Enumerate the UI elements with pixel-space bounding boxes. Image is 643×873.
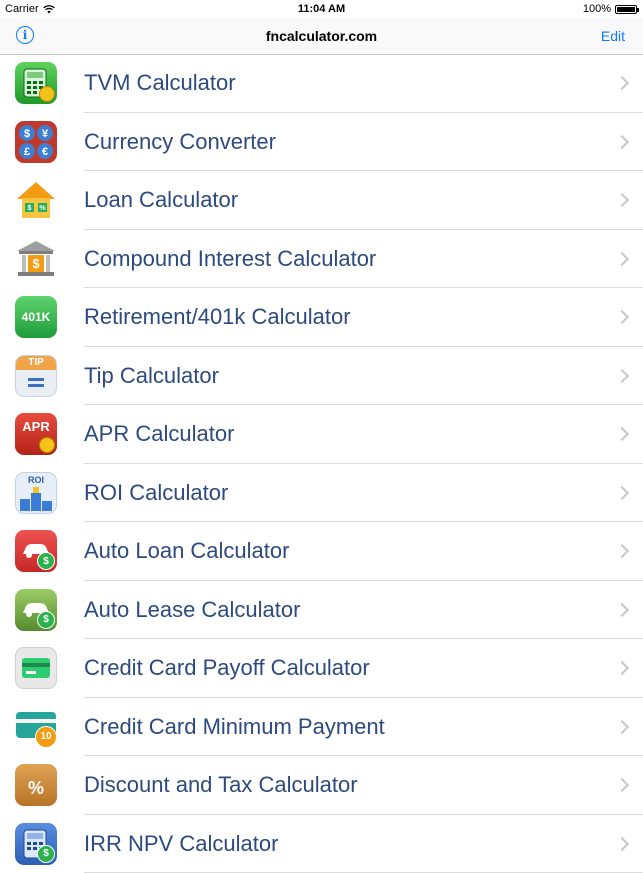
chevron-right-icon — [615, 252, 629, 266]
list-item-label: Retirement/401k Calculator — [84, 304, 351, 330]
list-item-label: Auto Lease Calculator — [84, 597, 300, 623]
chevron-right-icon — [615, 544, 629, 558]
apr-icon: APR — [15, 413, 57, 455]
list-item-label: ROI Calculator — [84, 480, 228, 506]
icon-text: % — [28, 778, 44, 799]
list-item-loan-calculator[interactable]: $ % Loan Calculator — [0, 171, 643, 230]
list-item-label: Tip Calculator — [84, 363, 219, 389]
list-item-label: Discount and Tax Calculator — [84, 772, 358, 798]
list-item-label: Compound Interest Calculator — [84, 246, 376, 272]
list-item-label: APR Calculator — [84, 421, 234, 447]
list-item-discount-and-tax-calculator[interactable]: % Discount and Tax Calculator — [0, 756, 643, 815]
svg-text:$: $ — [28, 205, 32, 212]
icon-text: 401K — [22, 310, 51, 324]
list-item-currency-converter[interactable]: $ ¥ £ € Currency Converter — [0, 113, 643, 172]
chevron-right-icon — [615, 486, 629, 500]
list-item-roi-calculator[interactable]: ROI ROI Calculator — [0, 464, 643, 523]
list-item-irr-npv-calculator[interactable]: $ IRR NPV Calculator — [0, 815, 643, 873]
clock: 11:04 AM — [0, 3, 643, 15]
list-item-compound-interest-calculator[interactable]: $ Compound Interest Calculator — [0, 230, 643, 289]
list-item-label: TVM Calculator — [84, 70, 236, 96]
svg-text:¥: ¥ — [42, 128, 49, 140]
icon-text: ROI — [28, 475, 44, 485]
page-title: fncalculator.com — [0, 28, 643, 44]
chevron-right-icon — [615, 369, 629, 383]
currency-icon: $ ¥ £ € — [15, 121, 57, 163]
tip-icon: TIP — [15, 355, 57, 397]
list-item-label: Loan Calculator — [84, 187, 238, 213]
calculator-blue-icon: $ — [15, 823, 57, 865]
edit-button[interactable]: Edit — [601, 28, 625, 44]
chevron-right-icon — [615, 135, 629, 149]
calculator-list: TVM Calculator $ ¥ £ € Currency Converte… — [0, 54, 643, 873]
chevron-right-icon — [615, 778, 629, 792]
chevron-right-icon — [615, 837, 629, 851]
chevron-right-icon — [615, 427, 629, 441]
list-item-tvm-calculator[interactable]: TVM Calculator — [0, 54, 643, 113]
roi-icon: ROI — [15, 472, 57, 514]
car-red-icon: $ — [15, 530, 57, 572]
svg-text:%: % — [39, 205, 46, 212]
list-item-label: IRR NPV Calculator — [84, 831, 278, 857]
list-item-label: Credit Card Payoff Calculator — [84, 655, 370, 681]
list-item-retirement-401k-calculator[interactable]: 401K Retirement/401k Calculator — [0, 288, 643, 347]
credit-card-icon — [15, 647, 57, 689]
list-item-label: Auto Loan Calculator — [84, 538, 289, 564]
chevron-right-icon — [615, 193, 629, 207]
navigation-bar: i fncalculator.com Edit — [0, 18, 643, 55]
list-item-apr-calculator[interactable]: APR APR Calculator — [0, 405, 643, 464]
icon-text: 10 — [35, 726, 57, 748]
chevron-right-icon — [615, 603, 629, 617]
401k-icon: 401K — [15, 296, 57, 338]
svg-text:$: $ — [24, 128, 30, 140]
svg-text:£: £ — [24, 146, 30, 158]
chevron-right-icon — [615, 310, 629, 324]
list-item-credit-card-payoff-calculator[interactable]: Credit Card Payoff Calculator — [0, 639, 643, 698]
list-item-credit-card-minimum-payment[interactable]: 10 Credit Card Minimum Payment — [0, 698, 643, 757]
icon-text: APR — [22, 419, 49, 434]
chevron-right-icon — [615, 76, 629, 90]
list-item-auto-lease-calculator[interactable]: $ Auto Lease Calculator — [0, 581, 643, 640]
car-green-icon: $ — [15, 589, 57, 631]
chevron-right-icon — [615, 720, 629, 734]
calculator-coins-icon — [15, 62, 57, 104]
battery-icon — [615, 5, 637, 14]
list-item-tip-calculator[interactable]: TIP Tip Calculator — [0, 347, 643, 406]
chevron-right-icon — [615, 661, 629, 675]
shopping-bag-icon: % — [15, 764, 57, 806]
house-loan-icon: $ % — [15, 179, 57, 221]
svg-text:$: $ — [32, 256, 40, 271]
list-item-label: Currency Converter — [84, 129, 276, 155]
list-item-auto-loan-calculator[interactable]: $ Auto Loan Calculator — [0, 522, 643, 581]
svg-text:€: € — [42, 146, 48, 158]
credit-card-minimum-icon: 10 — [15, 706, 57, 748]
list-item-label: Credit Card Minimum Payment — [84, 714, 385, 740]
icon-text: TIP — [16, 356, 56, 370]
battery-percent: 100% — [583, 3, 611, 15]
bank-icon: $ — [15, 238, 57, 280]
status-bar: Carrier 11:04 AM 100% — [0, 0, 643, 18]
battery-area: 100% — [583, 3, 637, 15]
